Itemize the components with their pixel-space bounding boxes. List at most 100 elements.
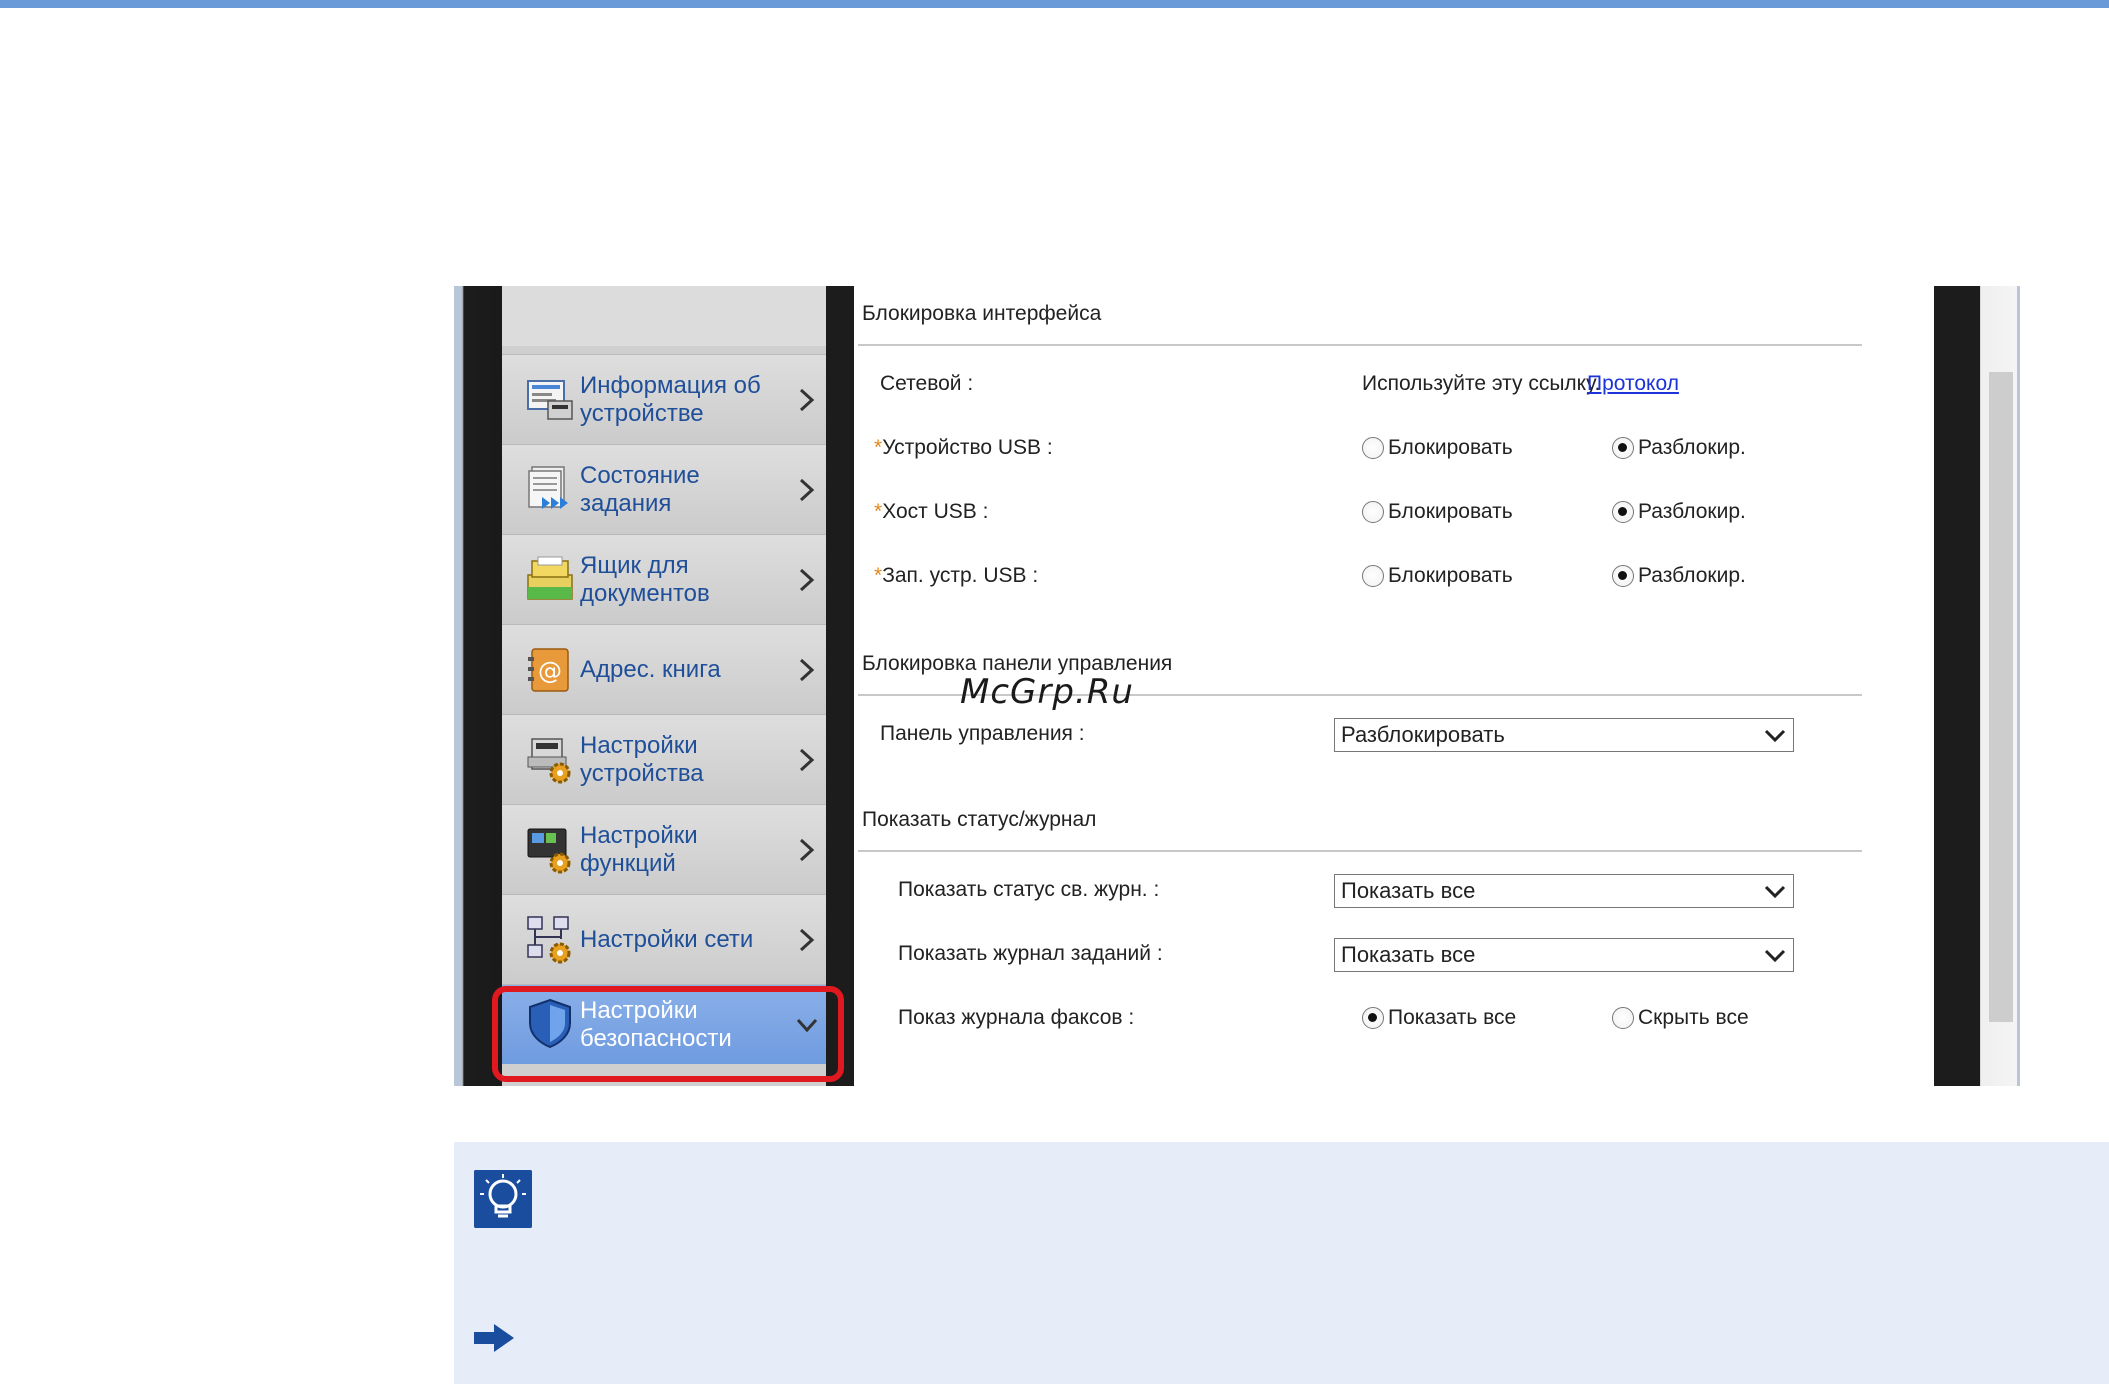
chevron-right-icon bbox=[799, 928, 815, 951]
chevron-right-icon bbox=[799, 838, 815, 861]
radio-label: Разблокир. bbox=[1638, 564, 1746, 587]
chevron-down-icon bbox=[1764, 949, 1786, 963]
radio-button-selected-icon bbox=[1612, 501, 1634, 523]
sidebar-item-address-book[interactable]: @ Адрес. книга bbox=[502, 624, 826, 714]
sidebar-item-device-info[interactable]: Информация об устройстве bbox=[502, 354, 826, 444]
required-asterisk: * bbox=[874, 436, 883, 459]
chevron-right-icon bbox=[799, 388, 815, 411]
protocol-link[interactable]: Протокол bbox=[1587, 372, 1679, 396]
radio-button-selected-icon bbox=[1362, 1007, 1384, 1029]
sidebar-item-device-settings[interactable]: Настройки устройства bbox=[502, 714, 826, 804]
sidebar-item-label: Адрес. книга bbox=[580, 655, 721, 683]
radio-button-icon bbox=[1362, 565, 1384, 587]
tip-panel bbox=[454, 1142, 2109, 1384]
radio-label: Разблокир. bbox=[1638, 436, 1746, 459]
radio-button-icon bbox=[1612, 1007, 1634, 1029]
chevron-right-icon bbox=[799, 568, 815, 591]
radio-label: Блокировать bbox=[1388, 500, 1513, 523]
sidebar-item-label: Ящик для bbox=[580, 551, 689, 579]
section-divider bbox=[858, 850, 1862, 852]
sidebar-item-label: Информация об bbox=[580, 371, 761, 399]
radio-button-selected-icon bbox=[1612, 437, 1634, 459]
usb-device-label: *Устройство USB : bbox=[874, 436, 1053, 460]
window-right-edge bbox=[1934, 286, 1980, 1086]
required-asterisk: * bbox=[874, 564, 883, 587]
svg-text:@: @ bbox=[538, 657, 562, 685]
lightbulb-icon bbox=[474, 1170, 532, 1228]
scrollbar[interactable] bbox=[1980, 286, 2020, 1086]
sidebar-item-label: функций bbox=[580, 849, 676, 877]
sidebar-item-function-settings[interactable]: Настройки функций bbox=[502, 804, 826, 894]
sidebar-item-label: устройства bbox=[580, 759, 704, 787]
device-settings-icon bbox=[527, 738, 571, 784]
radio-label: Разблокир. bbox=[1638, 500, 1746, 523]
sidebar: Информация об устройстве Состояние задан… bbox=[502, 286, 826, 1086]
sidebar-item-label: документов bbox=[580, 579, 710, 607]
fax-log-show-all-radio[interactable]: Показать все bbox=[1362, 1006, 1516, 1030]
radio-button-icon bbox=[1362, 501, 1384, 523]
select-value: Показать все bbox=[1341, 878, 1476, 903]
job-status-icon bbox=[528, 466, 568, 509]
sidebar-divider bbox=[826, 286, 854, 1086]
show-status-log-label: Показать статус св. журн. : bbox=[898, 878, 1160, 901]
screenshot-frame: Информация об устройстве Состояние задан… bbox=[454, 286, 2020, 1086]
radio-button-icon bbox=[1362, 437, 1384, 459]
sidebar-item-label: устройстве bbox=[580, 399, 704, 427]
sidebar-item-label: Состояние bbox=[580, 461, 700, 489]
sidebar-item-network-settings[interactable]: Настройки сети bbox=[502, 894, 826, 984]
usb-host-label-text: Хост USB : bbox=[882, 500, 989, 523]
section-title-interface-lock: Блокировка интерфейса bbox=[862, 302, 1102, 325]
section-divider bbox=[858, 344, 1862, 346]
sidebar-item-job-status[interactable]: Состояние задания bbox=[502, 444, 826, 534]
radio-label: Блокировать bbox=[1388, 564, 1513, 587]
watermark-text: McGrp.Ru bbox=[960, 672, 1134, 712]
show-job-log-label: Показать журнал заданий : bbox=[898, 942, 1163, 965]
function-settings-icon bbox=[527, 828, 571, 874]
document-box-icon bbox=[527, 556, 573, 600]
usb-host-label: *Хост USB : bbox=[874, 500, 988, 524]
select-value: Показать все bbox=[1341, 942, 1476, 967]
radio-label: Блокировать bbox=[1388, 436, 1513, 459]
select-value: Разблокировать bbox=[1341, 722, 1505, 747]
highlight-callout-box bbox=[492, 986, 844, 1082]
usb-device-label-text: Устройство USB : bbox=[882, 436, 1053, 459]
chevron-right-icon bbox=[799, 658, 815, 681]
usb-device-lock-radio[interactable]: Блокировать bbox=[1362, 436, 1513, 460]
usb-storage-unlock-radio[interactable]: Разблокир. bbox=[1612, 564, 1746, 588]
usb-host-unlock-radio[interactable]: Разблокир. bbox=[1612, 500, 1746, 524]
window-left-edge bbox=[454, 286, 502, 1086]
scrollbar-thumb[interactable] bbox=[1989, 372, 2013, 1022]
chevron-down-icon bbox=[1764, 885, 1786, 899]
usb-storage-label-text: Зап. устр. USB : bbox=[882, 564, 1039, 587]
chevron-right-icon bbox=[799, 478, 815, 501]
device-info-icon bbox=[527, 380, 573, 420]
address-book-icon: @ bbox=[528, 648, 569, 692]
sidebar-item-label: Настройки bbox=[580, 821, 698, 849]
sidebar-item-document-box[interactable]: Ящик для документов bbox=[502, 534, 826, 624]
sidebar-item-label: Настройки сети bbox=[580, 925, 754, 953]
required-asterisk: * bbox=[874, 500, 883, 523]
sidebar-item-label: Настройки bbox=[580, 731, 698, 759]
radio-label: Скрыть все bbox=[1638, 1006, 1749, 1029]
arrow-right-icon bbox=[474, 1324, 514, 1352]
network-hint-text: Используйте эту ссылку. bbox=[1362, 372, 1601, 395]
usb-storage-label: *Зап. устр. USB : bbox=[874, 564, 1038, 588]
radio-label: Показать все bbox=[1388, 1006, 1517, 1029]
sidebar-item-label: задания bbox=[580, 489, 672, 517]
fax-log-label: Показ журнала факсов : bbox=[898, 1006, 1135, 1029]
network-label: Сетевой : bbox=[880, 372, 974, 395]
section-title-status-log: Показать статус/журнал bbox=[862, 808, 1097, 831]
usb-storage-lock-radio[interactable]: Блокировать bbox=[1362, 564, 1513, 588]
control-panel-label: Панель управления : bbox=[880, 722, 1085, 745]
network-settings-icon bbox=[527, 916, 571, 964]
usb-host-lock-radio[interactable]: Блокировать bbox=[1362, 500, 1513, 524]
show-job-log-select[interactable]: Показать все bbox=[1334, 938, 1794, 972]
top-accent-bar bbox=[0, 0, 2109, 8]
usb-device-unlock-radio[interactable]: Разблокир. bbox=[1612, 436, 1746, 460]
chevron-right-icon bbox=[799, 748, 815, 771]
chevron-down-icon bbox=[1764, 729, 1786, 743]
show-status-log-select[interactable]: Показать все bbox=[1334, 874, 1794, 908]
radio-button-selected-icon bbox=[1612, 565, 1634, 587]
fax-log-hide-all-radio[interactable]: Скрыть все bbox=[1612, 1006, 1749, 1030]
control-panel-select[interactable]: Разблокировать bbox=[1334, 718, 1794, 752]
